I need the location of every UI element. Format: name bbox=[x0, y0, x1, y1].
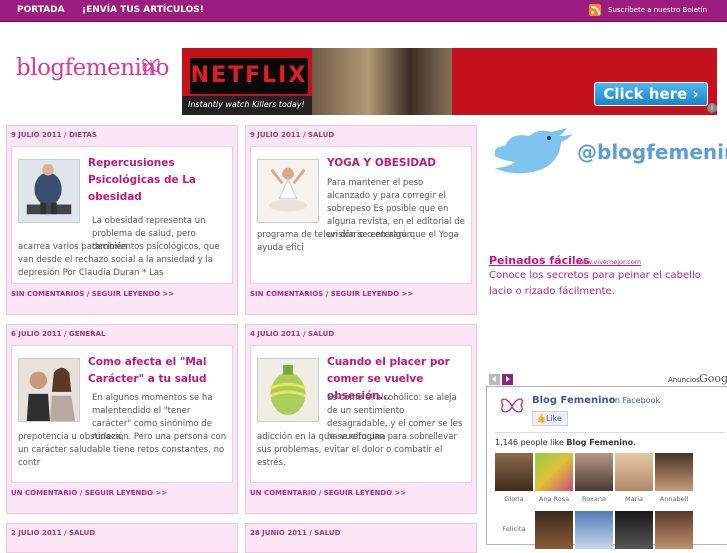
post-footer: UN COMENTARIO / SEGUIR LEYENDO >> bbox=[11, 489, 168, 497]
post-thumbnail[interactable] bbox=[18, 159, 80, 223]
post-card: 9 JULIO 2011 / SALUD YOGA Y OBESIDAD Par… bbox=[245, 125, 477, 315]
facebook-page-name-link[interactable]: Blog Femenino bbox=[532, 395, 616, 406]
post-excerpt: adicción en la que se refugian para sobr… bbox=[257, 432, 457, 468]
post-title-link[interactable]: Repercusiones Psicológicas de La obesida… bbox=[88, 155, 230, 206]
thumbs-up-icon: 👍 bbox=[536, 414, 546, 423]
post-thumbnail[interactable] bbox=[257, 159, 319, 223]
facebook-like-count: 1,146 people like Blog Femenino. bbox=[495, 438, 636, 447]
read-more-link[interactable]: SEGUIR LEYENDO >> bbox=[324, 489, 407, 497]
post-title-link[interactable]: YOGA Y OBESIDAD bbox=[327, 155, 469, 172]
sponsored-title-link[interactable]: Peinados fáciles bbox=[489, 254, 590, 267]
post-meta: 9 JULIO 2011 / DIETAS bbox=[11, 131, 97, 139]
fan-avatar[interactable] bbox=[655, 511, 693, 549]
fan-name[interactable]: Gloria bbox=[492, 495, 536, 503]
nav-home-link[interactable]: PORTADA bbox=[17, 5, 65, 15]
post-category-link[interactable]: GENERAL bbox=[69, 330, 105, 338]
twitter-handle[interactable]: @blogfemenino bbox=[577, 140, 727, 164]
twitter-follow-widget[interactable]: @blogfemenino bbox=[489, 126, 727, 182]
banner-click-here-button[interactable]: Click here › bbox=[594, 82, 708, 106]
top-navigation-bar: PORTADA ¡ENVÍA TUS ARTÍCULOS! Suscríbete… bbox=[0, 0, 727, 22]
post-thumbnail[interactable] bbox=[18, 358, 80, 422]
comments-link[interactable]: SIN COMENTARIOS bbox=[250, 290, 323, 298]
post-excerpt: programa de televisión se enterara que e… bbox=[257, 230, 459, 253]
fan-avatar[interactable] bbox=[535, 453, 573, 491]
ads-next-arrow-icon[interactable] bbox=[502, 374, 513, 385]
sponsored-url-link[interactable]: www.vivemejor.com bbox=[576, 258, 641, 266]
like-label: Like bbox=[545, 414, 562, 423]
post-meta: 2 JULIO 2011 / SALUD bbox=[11, 529, 96, 537]
google-ads-logo[interactable]: Googl bbox=[699, 372, 727, 385]
post-category-link[interactable]: SALUD bbox=[308, 330, 334, 338]
post-body: Como afecta el "Mal Carácter" a tu salud… bbox=[11, 345, 233, 483]
post-meta: 6 JULIO 2011 / GENERAL bbox=[11, 330, 106, 338]
post-footer: SIN COMENTARIOS / SEGUIR LEYENDO >> bbox=[250, 290, 414, 298]
post-date: 28 JUNIO 2011 bbox=[250, 529, 307, 537]
post-thumbnail[interactable] bbox=[257, 358, 319, 422]
post-date: 6 JULIO 2011 bbox=[11, 330, 62, 338]
netflix-banner-ad[interactable]: NETFLIX Instantly watch Killers today! C… bbox=[182, 48, 717, 115]
post-card: 28 JUNIO 2011 / SALUD bbox=[245, 523, 477, 553]
divider bbox=[495, 432, 725, 433]
post-date: 4 JULIO 2011 bbox=[250, 330, 301, 338]
rss-icon[interactable] bbox=[589, 4, 601, 16]
netflix-logo: NETFLIX bbox=[190, 58, 308, 94]
ads-prev-arrow-icon[interactable] bbox=[489, 374, 500, 385]
post-category-link[interactable]: SALUD bbox=[314, 529, 340, 537]
comments-link[interactable]: UN COMENTARIO bbox=[11, 489, 77, 497]
read-more-link[interactable]: SEGUIR LEYENDO >> bbox=[92, 290, 175, 298]
post-body: YOGA Y OBESIDAD Para mantener el peso al… bbox=[250, 146, 472, 284]
post-meta: 9 JULIO 2011 / SALUD bbox=[250, 131, 335, 139]
post-meta: 4 JULIO 2011 / SALUD bbox=[250, 330, 335, 338]
fan-avatar[interactable] bbox=[535, 511, 573, 549]
fan-avatar[interactable] bbox=[495, 453, 533, 491]
ads-label: Anuncios bbox=[668, 376, 700, 384]
post-body: Repercusiones Psicológicas de La obesida… bbox=[11, 146, 233, 284]
facebook-like-box: Blog Femenino on Facebook 👍Like 1,146 pe… bbox=[486, 386, 727, 549]
comments-link[interactable]: SIN COMENTARIOS bbox=[11, 290, 84, 298]
facebook-like-button[interactable]: 👍Like bbox=[532, 411, 568, 426]
nav-submit-articles-link[interactable]: ¡ENVÍA TUS ARTÍCULOS! bbox=[82, 5, 204, 15]
blogfemenino-butterfly-icon bbox=[501, 398, 523, 413]
post-title-link[interactable]: Como afecta el "Mal Carácter" a tu salud bbox=[88, 354, 230, 388]
post-meta: 28 JUNIO 2011 / SALUD bbox=[250, 529, 341, 537]
fan-name[interactable]: Maria bbox=[612, 495, 656, 503]
post-date: 9 JULIO 2011 bbox=[11, 131, 62, 139]
post-card: 9 JULIO 2011 / DIETAS Repercusiones Psic… bbox=[6, 125, 238, 315]
butterfly-logo-icon bbox=[142, 58, 160, 73]
post-footer: UN COMENTARIO / SEGUIR LEYENDO >> bbox=[250, 489, 407, 497]
comments-link[interactable]: UN COMENTARIO bbox=[250, 489, 316, 497]
fan-avatar[interactable] bbox=[575, 511, 613, 549]
post-category-link[interactable]: SALUD bbox=[69, 529, 95, 537]
post-footer: SIN COMENTARIOS / SEGUIR LEYENDO >> bbox=[11, 290, 175, 298]
fan-name[interactable]: Roxana bbox=[572, 495, 616, 503]
fan-name[interactable]: Annabell bbox=[652, 495, 696, 503]
post-card: 6 JULIO 2011 / GENERAL Como afecta el "M… bbox=[6, 324, 238, 514]
read-more-link[interactable]: SEGUIR LEYENDO >> bbox=[85, 489, 168, 497]
fan-avatar[interactable] bbox=[615, 453, 653, 491]
fan-name[interactable]: Felicita bbox=[492, 525, 536, 533]
post-card: 2 JULIO 2011 / SALUD bbox=[6, 523, 238, 553]
read-more-link[interactable]: SEGUIR LEYENDO >> bbox=[331, 290, 414, 298]
twitter-bird-icon bbox=[494, 128, 573, 174]
sponsored-text: Conoce los secretos para peinar el cabel… bbox=[489, 270, 701, 297]
facebook-on-label: on Facebook bbox=[610, 396, 661, 405]
post-excerpt: acarrea varios padecimientos psicológico… bbox=[18, 242, 220, 278]
post-date: 2 JULIO 2011 bbox=[11, 529, 62, 537]
post-excerpt: prepotencia u obstinación. Pero una pers… bbox=[18, 432, 227, 468]
fan-name[interactable]: Ana Rosa bbox=[532, 495, 576, 503]
fan-avatar[interactable] bbox=[615, 511, 653, 549]
banner-tagline: Instantly watch Killers today! bbox=[182, 96, 312, 115]
banner-photo bbox=[312, 48, 452, 115]
post-category-link[interactable]: SALUD bbox=[308, 131, 334, 139]
fan-avatar[interactable] bbox=[655, 453, 693, 491]
newsletter-link[interactable]: Suscríbete a nuestro Boletín bbox=[608, 6, 707, 14]
post-body: Cuando el placer por comer se vuelve obs… bbox=[250, 345, 472, 483]
post-card: 4 JULIO 2011 / SALUD Cuando el placer po… bbox=[245, 324, 477, 514]
post-category-link[interactable]: DIETAS bbox=[69, 131, 97, 139]
ad-info-icon[interactable]: i bbox=[707, 103, 717, 113]
post-date: 9 JULIO 2011 bbox=[250, 131, 301, 139]
fan-avatar[interactable] bbox=[575, 453, 613, 491]
